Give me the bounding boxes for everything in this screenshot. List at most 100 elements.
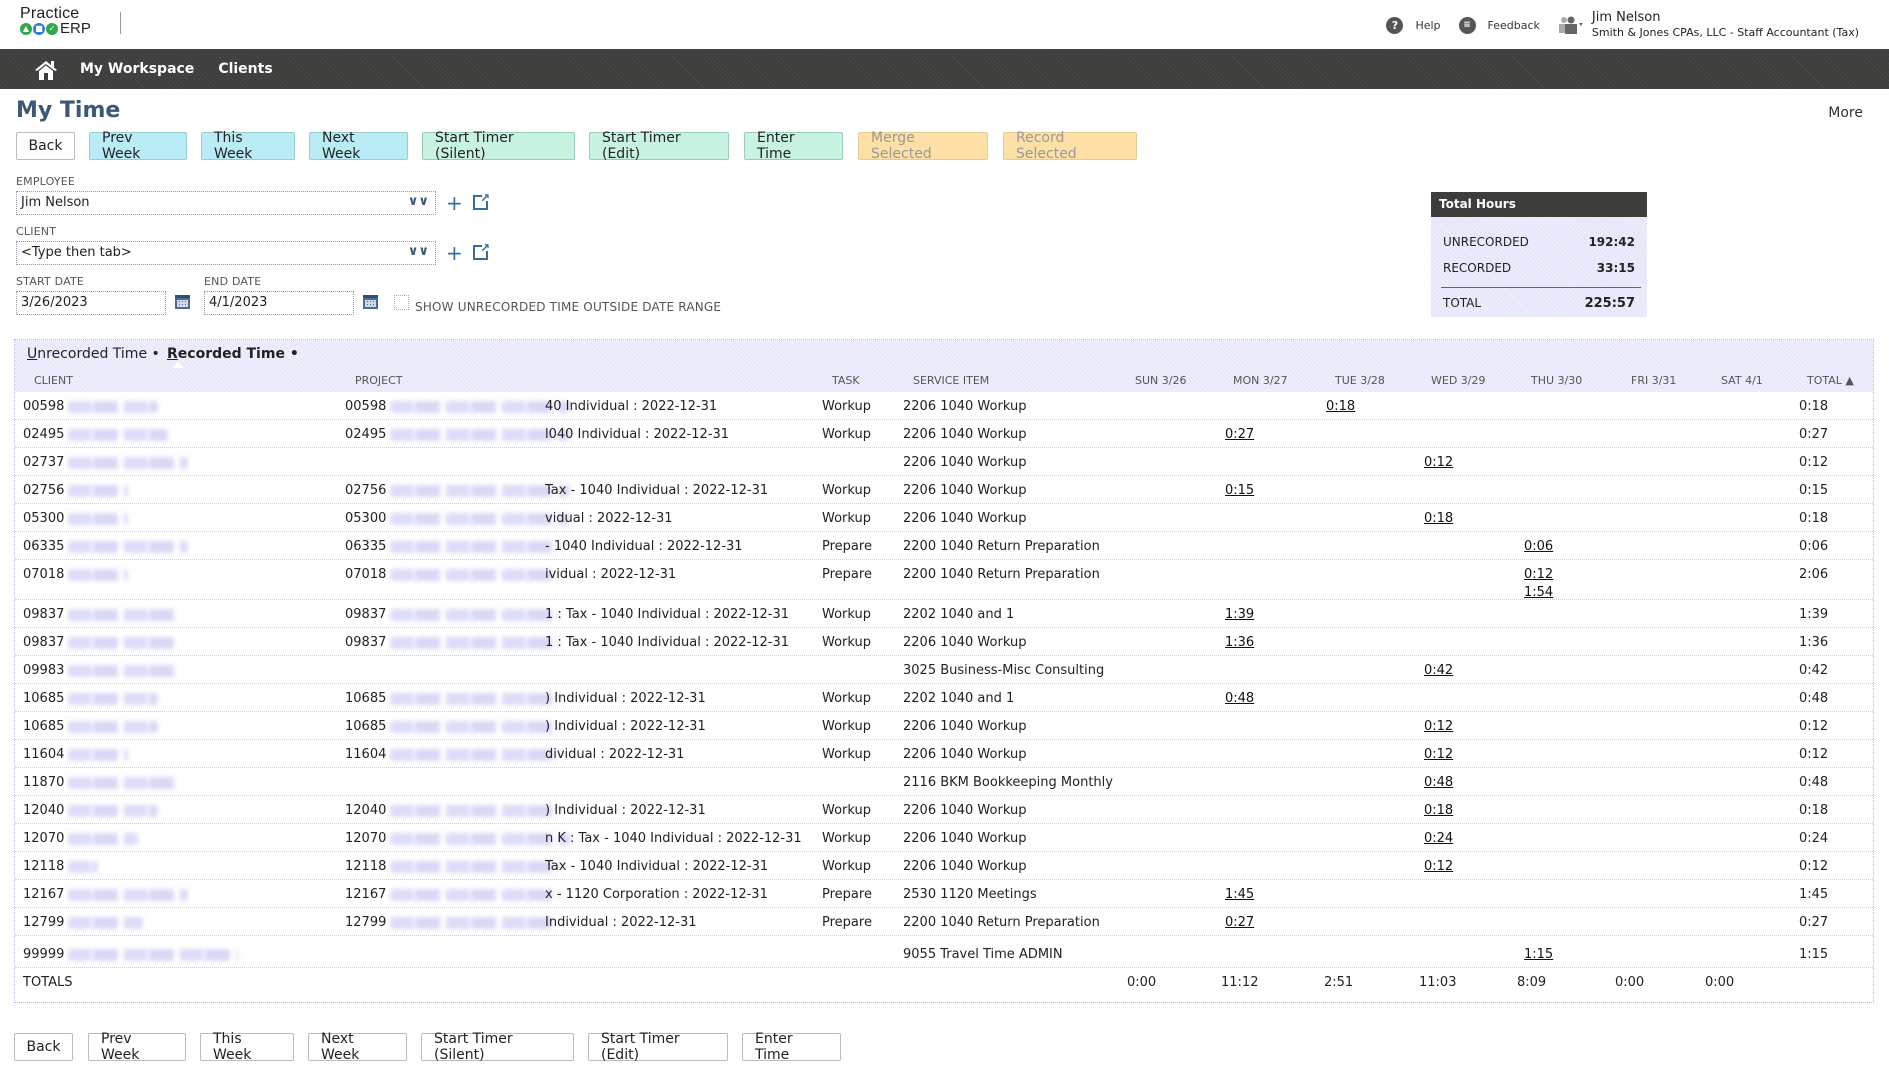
client-select[interactable]: <Type then tab> ∨∨ [16, 241, 436, 265]
col-client[interactable]: CLIENT [34, 374, 73, 387]
start-date-calendar-icon[interactable] [175, 295, 190, 309]
prev-week-button-bottom[interactable]: Prev Week [88, 1031, 186, 1063]
more-link[interactable]: More [1828, 105, 1863, 121]
nav-clients[interactable]: Clients [218, 61, 272, 77]
day-time-cell-mon[interactable]: 1:36 [1225, 635, 1254, 650]
time-entry-link[interactable]: 0:27 [1225, 427, 1254, 442]
col-task[interactable]: TASK [832, 374, 860, 387]
start-date-input[interactable]: 3/26/2023 [16, 291, 166, 315]
time-entry-link[interactable]: 0:27 [1225, 915, 1254, 930]
help-link[interactable]: ? Help [1386, 16, 1441, 34]
merge-selected-button[interactable]: Merge Selected [858, 130, 988, 162]
table-row[interactable]: 02495 02495 l040 Individual : 2022-12-31 Wo… [15, 420, 1873, 448]
col-tue[interactable]: TUE 3/28 [1335, 374, 1385, 387]
col-sat[interactable]: SAT 4/1 [1721, 374, 1763, 387]
time-entry-link[interactable]: 0:18 [1326, 399, 1355, 414]
day-time-cell-wed[interactable]: 0:18 [1424, 511, 1453, 526]
day-time-cell-thu[interactable]: 0:06 [1524, 539, 1553, 554]
time-entry-link[interactable]: 0:12 [1424, 859, 1453, 874]
double-chevron-down-icon[interactable]: ∨∨ [408, 194, 429, 209]
enter-time-button-bottom[interactable]: Enter Time [742, 1031, 841, 1063]
day-time-cell-wed[interactable]: 0:12 [1424, 455, 1453, 470]
day-time-cell-mon[interactable]: 1:39 [1225, 607, 1254, 622]
table-row[interactable]: 00598 00598 40 Individual : 2022-12-31 Work… [15, 392, 1873, 420]
this-week-button-bottom[interactable]: This Week [200, 1031, 294, 1063]
show-outside-range-checkbox[interactable] [394, 295, 409, 310]
table-row[interactable]: 02737 2206 1040 Workup 0:12 0:12 [15, 448, 1873, 476]
table-row[interactable]: 12070 12070 n K : Tax - 1040 Individual : … [15, 824, 1873, 852]
this-week-button[interactable]: This Week [201, 130, 295, 162]
day-time-cell-mon[interactable]: 0:27 [1225, 915, 1254, 930]
tab-unrecorded-time[interactable]: Unrecorded Time • [27, 346, 160, 362]
table-row[interactable]: 09837 09837 1 : Tax - 1040 Individual : 20… [15, 628, 1873, 656]
user-info[interactable]: Jim Nelson Smith & Jones CPAs, LLC - Sta… [1592, 10, 1859, 40]
time-entry-link[interactable]: 1:15 [1524, 947, 1553, 962]
col-service-item[interactable]: SERVICE ITEM [913, 374, 989, 387]
time-entry-link[interactable]: 0:06 [1524, 539, 1553, 554]
time-entry-link[interactable]: 0:48 [1424, 775, 1453, 790]
table-row[interactable]: 10685 10685) Individual : 2022-12-31 Worku… [15, 684, 1873, 712]
day-time-cell-tue[interactable]: 0:18 [1326, 399, 1355, 414]
time-entry-link[interactable]: 0:24 [1424, 831, 1453, 846]
time-entry-link[interactable]: 1:36 [1225, 635, 1254, 650]
day-time-cell-wed[interactable]: 0:48 [1424, 775, 1453, 790]
day-time-cell-mon[interactable]: 1:45 [1225, 887, 1254, 902]
day-time-cell-mon[interactable]: 0:27 [1225, 427, 1254, 442]
col-fri[interactable]: FRI 3/31 [1631, 374, 1676, 387]
start-timer-edit-button[interactable]: Start Timer (Edit) [589, 130, 729, 162]
start-timer-edit-button-bottom[interactable]: Start Timer (Edit) [588, 1031, 728, 1063]
feedback-link[interactable]: ≡ Feedback [1458, 16, 1540, 34]
employee-select[interactable]: Jim Nelson ∨∨ [16, 191, 436, 215]
double-chevron-down-icon[interactable]: ∨∨ [408, 244, 429, 259]
time-entry-link[interactable]: 1:45 [1225, 887, 1254, 902]
col-wed[interactable]: WED 3/29 [1431, 374, 1486, 387]
table-row[interactable]: 02756 02756 Tax - 1040 Individual : 2022-1… [15, 476, 1873, 504]
table-row[interactable]: 07018 07018 ividual : 2022-12-31 Prepare 220… [15, 560, 1873, 600]
nav-my-workspace[interactable]: My Workspace [80, 61, 194, 77]
time-entry-link[interactable]: 0:12 [1424, 719, 1453, 734]
day-time-cell-wed[interactable]: 0:12 [1424, 719, 1453, 734]
day-time-cell-wed[interactable]: 0:18 [1424, 803, 1453, 818]
table-row[interactable]: 12118 12118 Tax - 1040 Individual : 2022-1… [15, 852, 1873, 880]
time-entry-link[interactable]: 0:48 [1225, 691, 1254, 706]
next-week-button[interactable]: Next Week [309, 130, 408, 162]
time-entry-link[interactable]: 1:54 [1524, 585, 1553, 600]
day-time-cell-thu[interactable]: 0:12 [1524, 567, 1553, 582]
table-row[interactable]: 05300 05300 vidual : 2022-12-31 Workup 2206 … [15, 504, 1873, 532]
start-timer-silent-button-bottom[interactable]: Start Timer (Silent) [421, 1031, 574, 1063]
add-employee-icon[interactable]: + [446, 193, 463, 213]
day-time-cell-mon[interactable]: 0:15 [1225, 483, 1254, 498]
day-time-cell-thu[interactable]: 1:15 [1524, 947, 1553, 962]
time-entry-link[interactable]: 0:15 [1225, 483, 1254, 498]
col-mon[interactable]: MON 3/27 [1233, 374, 1288, 387]
day-time-cell-mon[interactable]: 0:48 [1225, 691, 1254, 706]
table-row[interactable]: 06335 06335 - 1040 Individual : 2022-12-31… [15, 532, 1873, 560]
next-week-button-bottom[interactable]: Next Week [308, 1031, 407, 1063]
table-row[interactable]: 11870 2116 BKM Bookkeeping Monthly 0:48 0:4… [15, 768, 1873, 796]
table-row[interactable]: 99999 9055 Travel Time ADMIN 1:15 1:15 [15, 940, 1873, 968]
day-time-cell-thu[interactable]: 1:54 [1524, 585, 1553, 600]
day-time-cell-wed[interactable]: 0:24 [1424, 831, 1453, 846]
table-row[interactable]: 12167 12167 x - 1120 Corporation : 2022-12… [15, 880, 1873, 908]
day-time-cell-wed[interactable]: 0:12 [1424, 747, 1453, 762]
end-date-calendar-icon[interactable] [363, 295, 378, 309]
practice-erp-logo[interactable]: Practice ▲ ■ ✓ ERP [20, 6, 92, 36]
user-menu-icon[interactable] [1558, 16, 1584, 34]
time-entry-link[interactable]: 0:12 [1524, 567, 1553, 582]
table-row[interactable]: 12040 12040) Individual : 2022-12-31 Worku… [15, 796, 1873, 824]
time-entry-link[interactable]: 0:12 [1424, 455, 1453, 470]
time-entry-link[interactable]: 0:42 [1424, 663, 1453, 678]
day-time-cell-wed[interactable]: 0:42 [1424, 663, 1453, 678]
table-row[interactable]: 10685 10685) Individual : 2022-12-31 Worku… [15, 712, 1873, 740]
time-entry-link[interactable]: 1:39 [1225, 607, 1254, 622]
end-date-input[interactable]: 4/1/2023 [204, 291, 354, 315]
back-button[interactable]: Back [16, 132, 75, 160]
record-selected-button[interactable]: Record Selected [1003, 130, 1137, 162]
home-icon[interactable] [34, 59, 57, 80]
time-entry-link[interactable]: 0:12 [1424, 747, 1453, 762]
col-sun[interactable]: SUN 3/26 [1135, 374, 1186, 387]
tab-recorded-time[interactable]: Recorded Time • [167, 346, 299, 362]
col-project[interactable]: PROJECT [355, 374, 403, 387]
table-row[interactable]: 11604 11604 dividual : 2022-12-31 Workup 220… [15, 740, 1873, 768]
table-row[interactable]: 09983 3025 Business-Misc Consulting 0:42 0:… [15, 656, 1873, 684]
